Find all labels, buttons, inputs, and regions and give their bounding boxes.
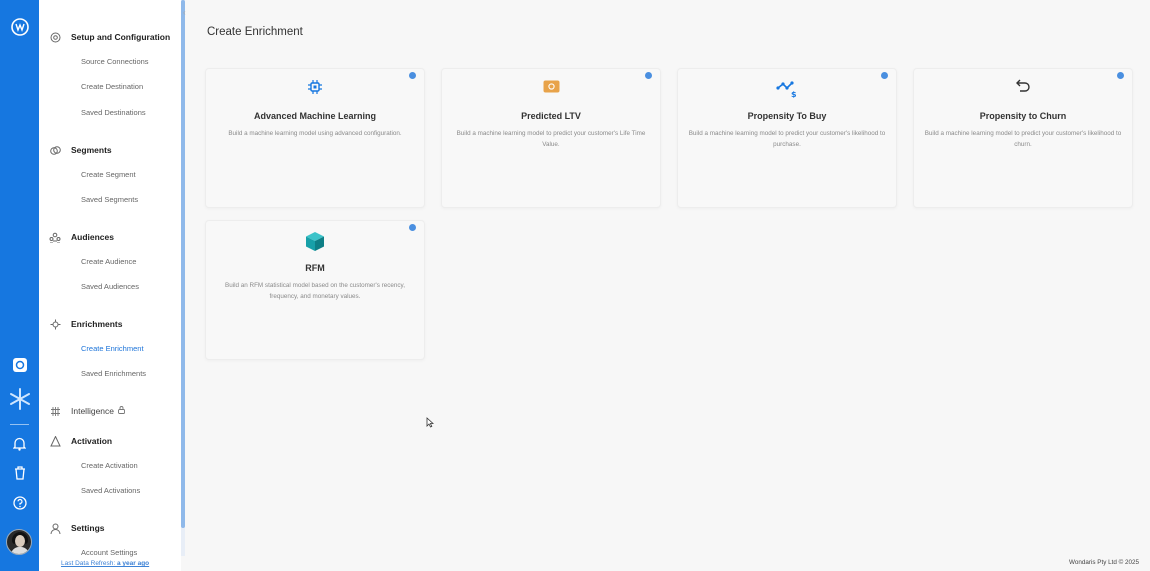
nav-section-activation[interactable]: Activation [49,435,112,447]
refresh-time: a year ago [117,560,150,567]
card-title: Propensity to Churn [979,111,1067,121]
help-icon[interactable] [0,496,39,510]
nav-section-audiences[interactable]: Audiences [49,231,114,243]
card-title: Advanced Machine Learning [253,111,377,121]
nav-section-label: Activation [71,436,113,446]
bell-icon[interactable] [0,437,39,451]
nav-item-create-audience[interactable]: Create Audience [81,257,136,266]
card-title: RFM [305,263,325,273]
nav-item-account-settings[interactable]: Account Settings [81,548,137,557]
chip-icon [206,79,424,95]
nav-section-label: Settings [71,523,105,533]
intelligence-icon [49,405,61,417]
card-description: Build a machine learning model to predic… [456,130,646,148]
nav-section-setup[interactable]: Setup and Configuration [49,31,170,43]
mouse-cursor-icon [426,415,435,433]
nav-section-label: Segments [71,145,112,155]
nav-section-label: Audiences [71,232,114,242]
trend-dollar-icon: $ [678,80,896,98]
card-description: Build a machine learning model to predic… [688,130,886,148]
nav-item-create-segment[interactable]: Create Segment [81,170,136,179]
nav-section-intelligence[interactable]: Intelligence [49,405,125,417]
info-icon[interactable] [645,72,652,79]
cube-icon [206,231,424,252]
rail-divider [10,424,29,425]
nav-section-settings[interactable]: Settings [49,522,105,534]
card-description: Build an RFM statistical model based on … [225,282,405,300]
nav-section-label: Enrichments [71,319,123,329]
card-description: Build a machine learning model using adv… [228,130,402,137]
undo-arrow-icon [914,78,1132,94]
card-propensity-to-churn[interactable]: Propensity to Churn Build a machine lear… [913,68,1133,208]
footer-copyright: Wondaris Pty Ltd © 2025 [1069,559,1139,566]
collapse-sidebar-icon[interactable]: ‹ [183,8,186,17]
card-predicted-ltv[interactable]: Predicted LTV Build a machine learning m… [441,68,661,208]
user-icon [49,522,61,534]
nav-section-segments[interactable]: Segments [49,144,112,156]
gear-icon [49,31,61,43]
refresh-label: Last Data Refresh: [61,560,117,567]
brand-logo-icon[interactable] [0,18,39,36]
card-title: Propensity To Buy [747,111,827,121]
nav-item-create-destination[interactable]: Create Destination [81,82,143,91]
nav-item-source-connections[interactable]: Source Connections [81,57,149,66]
nav-item-saved-segments[interactable]: Saved Segments [81,195,138,204]
user-avatar[interactable] [6,529,32,555]
nav-section-label: Setup and Configuration [71,32,171,42]
money-icon [442,80,660,93]
last-data-refresh-link[interactable]: Last Data Refresh: a year ago [61,560,149,567]
card-propensity-to-buy[interactable]: $ Propensity To Buy Build a machine lear… [677,68,897,208]
nav-item-saved-enrichments[interactable]: Saved Enrichments [81,369,146,378]
app-switch-icon[interactable] [0,357,39,373]
card-title: Predicted LTV [521,111,581,121]
nav-item-saved-destinations[interactable]: Saved Destinations [81,108,146,117]
info-icon[interactable] [409,72,416,79]
page-title: Create Enrichment [207,26,303,38]
app-rail [0,0,39,571]
nav-item-saved-activations[interactable]: Saved Activations [81,486,140,495]
lock-icon [118,406,125,416]
nav-item-create-activation[interactable]: Create Activation [81,461,138,470]
sidebar-scrollbar-thumb[interactable] [181,0,185,528]
audiences-icon [49,231,61,243]
svg-text:$: $ [791,90,797,98]
nav-section-label: Intelligence [71,406,115,416]
trash-icon[interactable] [0,466,39,480]
nav-item-create-enrichment[interactable]: Create Enrichment [81,344,144,353]
enrichments-icon [49,318,61,330]
nav-section-enrichments[interactable]: Enrichments [49,318,123,330]
info-icon[interactable] [881,72,888,79]
card-description: Build a machine learning model to predic… [924,130,1122,148]
activation-icon [49,435,61,447]
card-advanced-machine-learning[interactable]: Advanced Machine Learning Build a machin… [205,68,425,208]
card-rfm[interactable]: RFM Build an RFM statistical model based… [205,220,425,360]
nav-item-saved-audiences[interactable]: Saved Audiences [81,282,139,291]
snowflake-icon[interactable] [0,388,39,410]
info-icon[interactable] [409,224,416,231]
segments-icon [49,144,61,156]
